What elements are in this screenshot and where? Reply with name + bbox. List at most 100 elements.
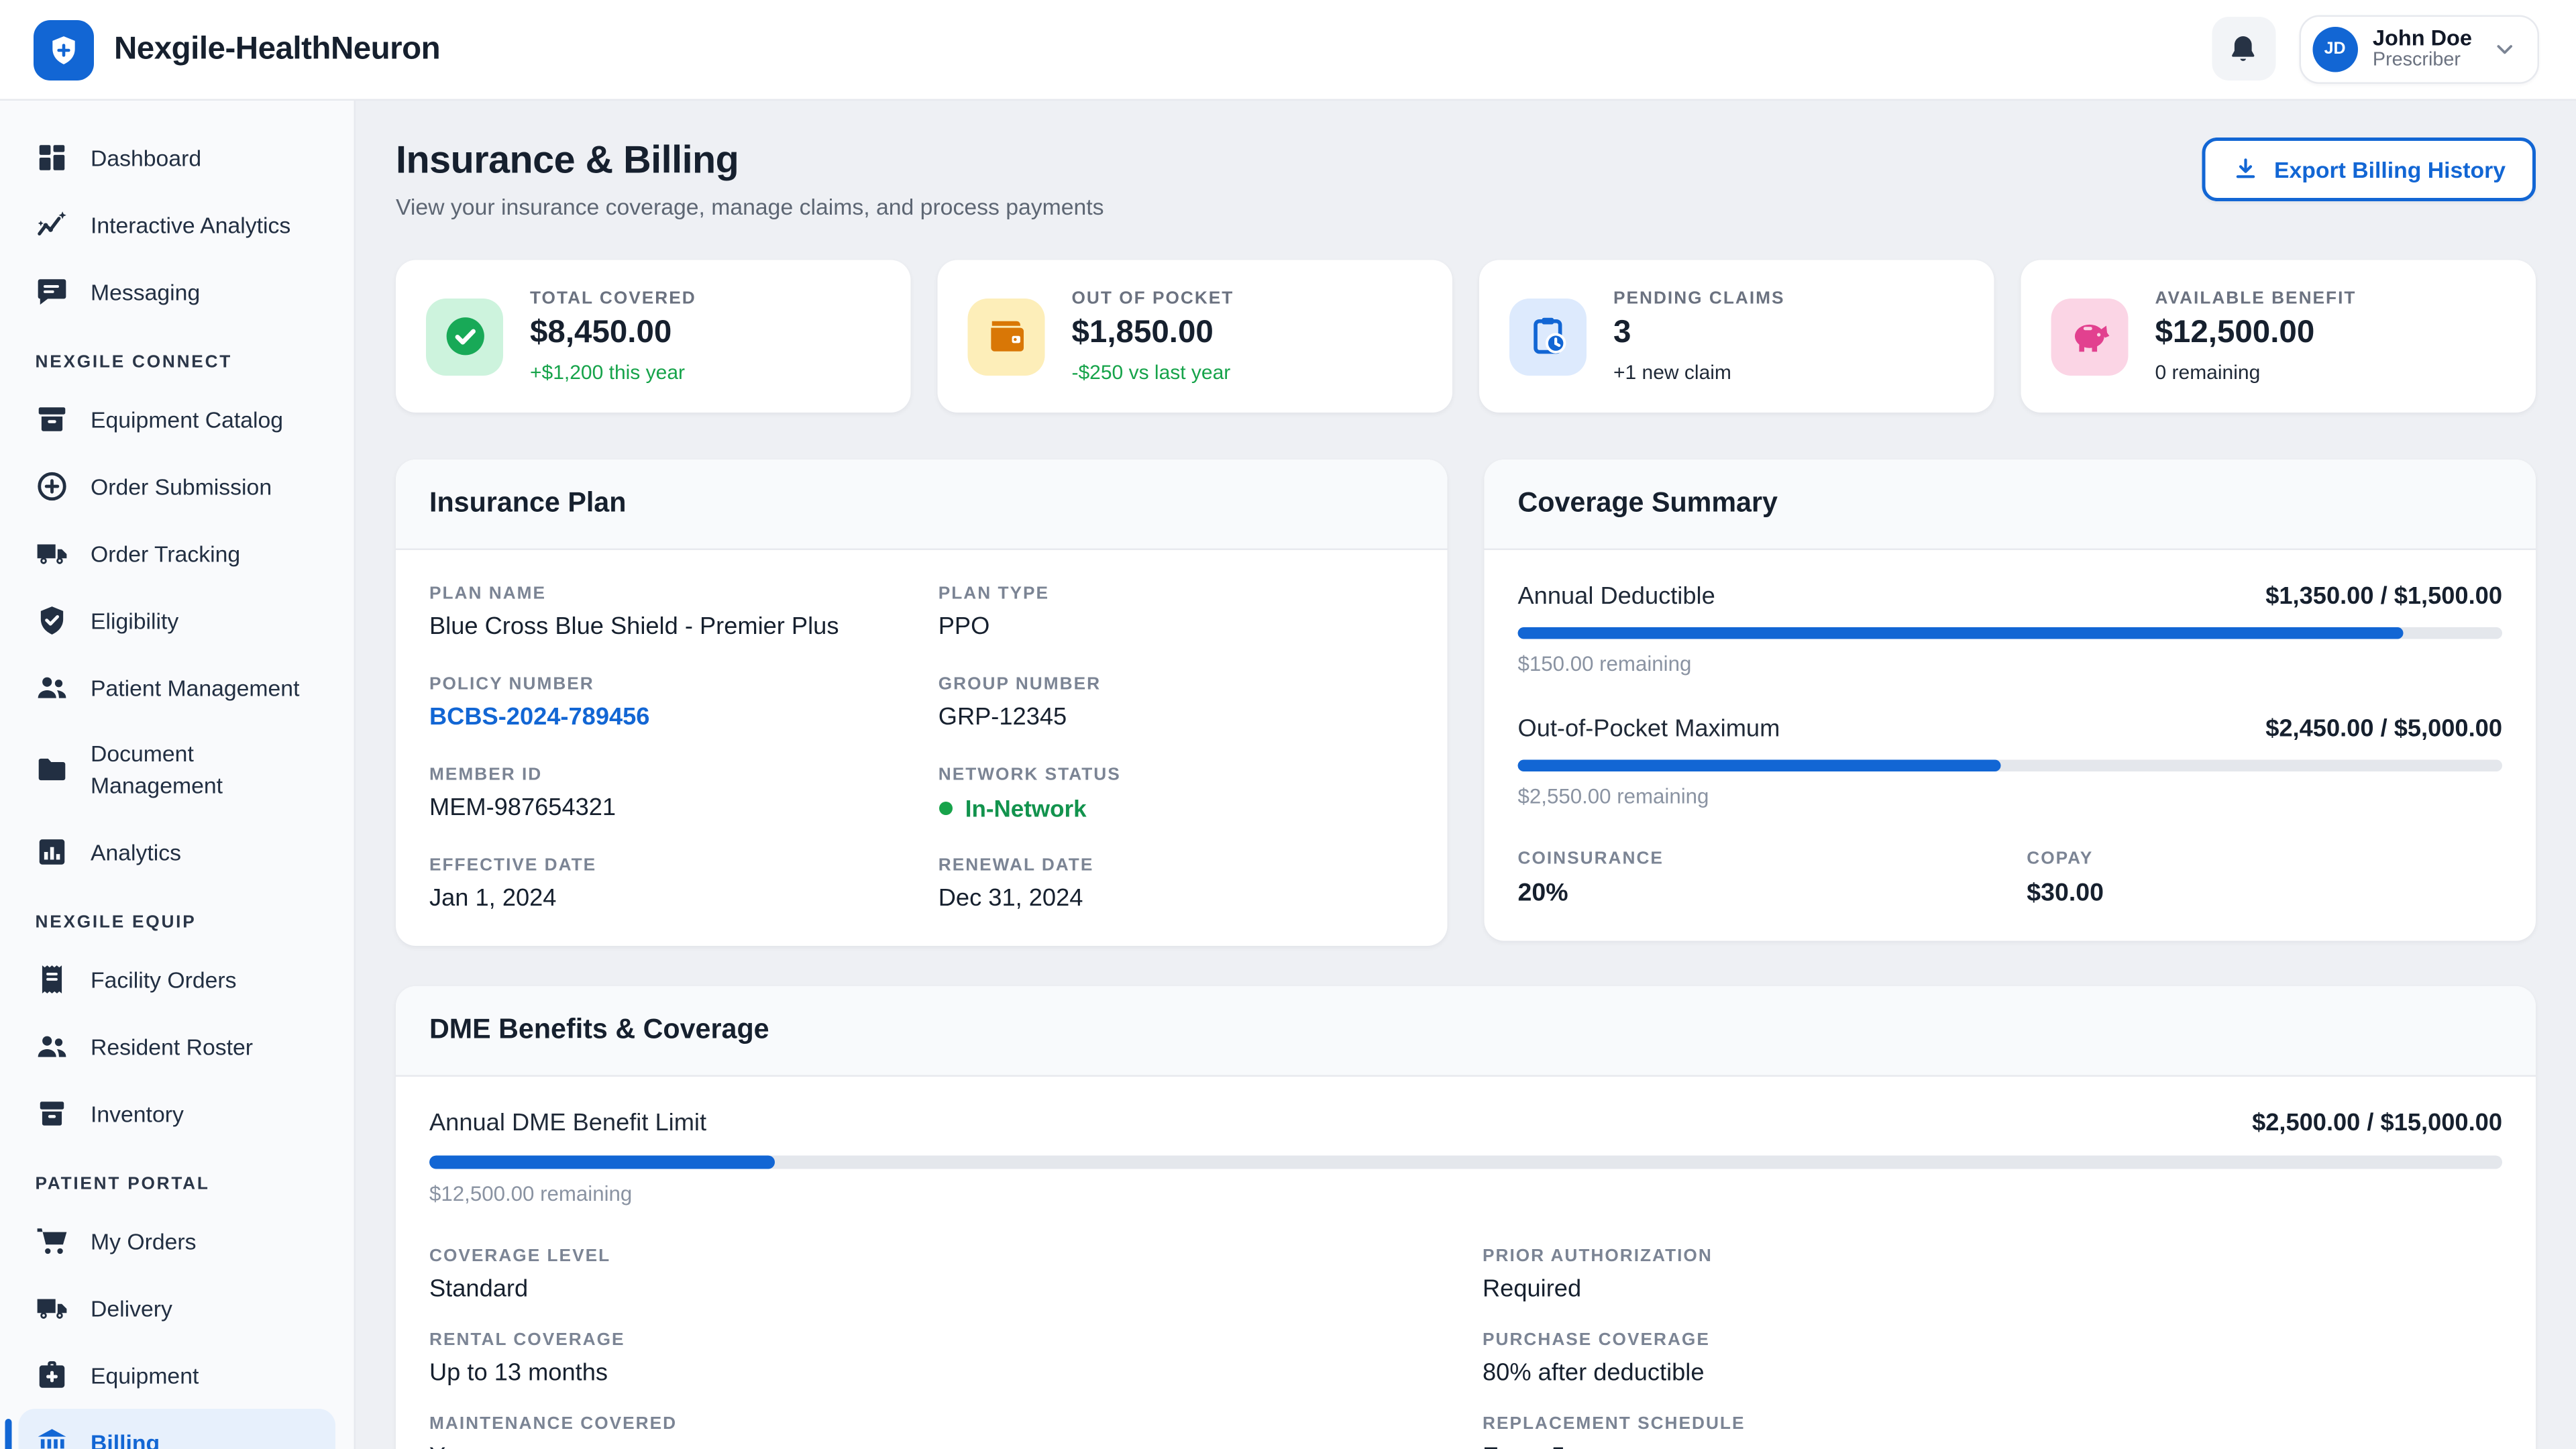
field-rental-coverage: RENTAL COVERAGEUp to 13 months <box>429 1330 1449 1387</box>
medical-bag-icon <box>36 1358 69 1392</box>
field-value: Dec 31, 2024 <box>938 885 1414 912</box>
truck-icon <box>36 537 69 570</box>
sidebar-item-label: Messaging <box>91 276 200 308</box>
field-value: 20% <box>1518 879 1994 908</box>
policy-number-link[interactable]: BCBS-2024-789456 <box>429 704 905 731</box>
chevron-down-icon <box>2492 37 2518 62</box>
bar-chart-icon <box>36 835 69 869</box>
sidebar-item-resident-roster[interactable]: Resident Roster <box>19 1013 336 1080</box>
sidebar-item-label: My Orders <box>91 1225 197 1257</box>
sidebar-item-document-management[interactable]: Document Management <box>19 721 336 818</box>
sidebar-item-label: Dashboard <box>91 142 201 174</box>
meter-remaining: $150.00 remaining <box>1518 653 2503 676</box>
coverage-summary-title: Coverage Summary <box>1518 488 1778 519</box>
sidebar-item-equipment[interactable]: Equipment <box>19 1342 336 1409</box>
brand-name: Nexgile-HealthNeuron <box>114 31 440 68</box>
dme-grid: COVERAGE LEVELStandard PRIOR AUTHORIZATIO… <box>429 1246 2502 1449</box>
sidebar-item-analytics[interactable]: Analytics <box>19 818 336 885</box>
field-label: MEMBER ID <box>429 765 905 785</box>
sidebar-item-label: Analytics <box>91 836 181 868</box>
top-right-controls: JD John Doe Prescriber <box>2212 15 2539 84</box>
clipboard-clock-icon <box>1509 298 1587 375</box>
user-role: Prescriber <box>2373 51 2472 74</box>
progress-fill <box>429 1156 775 1169</box>
stat-value: 3 <box>1613 315 1785 352</box>
field-coverage-level: COVERAGE LEVELStandard <box>429 1246 1449 1303</box>
field-purchase-coverage: PURCHASE COVERAGE80% after deductible <box>1483 1330 2502 1387</box>
shell: Dashboard Interactive Analytics Messaging N… <box>0 101 2576 1449</box>
sidebar-item-label: Order Tracking <box>91 537 240 570</box>
meter-value: $2,500.00 / $15,000.00 <box>2252 1110 2502 1137</box>
field-policy-number: POLICY NUMBER BCBS-2024-789456 <box>429 674 905 731</box>
receipt-icon <box>36 963 69 996</box>
app-root: Nexgile-HealthNeuron JD John Doe Prescri… <box>0 0 2576 1449</box>
dme-meter-container: Annual DME Benefit Limit $2,500.00 / $15,… <box>429 1110 2502 1206</box>
stat-sub: -$250 vs last year <box>1072 361 1234 384</box>
field-label: COPAY <box>2027 849 2502 869</box>
coverage-summary-grid: COINSURANCE20%COPAY$30.00 <box>1518 849 2503 908</box>
meter-top: Annual Deductible$1,350.00 / $1,500.00 <box>1518 584 2503 610</box>
field-label: MAINTENANCE COVERED <box>429 1414 1449 1434</box>
sidebar-item-label: Facility Orders <box>91 963 237 996</box>
notifications-button[interactable] <box>2212 17 2275 81</box>
field-effective-date: EFFECTIVE DATEJan 1, 2024 <box>429 855 905 912</box>
field-value: MEM-987654321 <box>429 795 905 822</box>
user-menu[interactable]: JD John Doe Prescriber <box>2299 15 2539 84</box>
field-copay: COPAY $30.00 <box>2027 849 2502 908</box>
sidebar-item-billing[interactable]: Billing <box>19 1409 336 1449</box>
field-label: RENTAL COVERAGE <box>429 1330 1449 1350</box>
shield-check-icon <box>36 604 69 637</box>
sidebar-item-interactive-analytics[interactable]: Interactive Analytics <box>19 191 336 258</box>
sidebar-item-my-orders[interactable]: My Orders <box>19 1208 336 1275</box>
field-label: COVERAGE LEVEL <box>429 1246 1449 1267</box>
field-value: $30.00 <box>2027 879 2502 908</box>
insurance-plan-header: Insurance Plan <box>396 460 1448 550</box>
bank-icon <box>36 1426 69 1449</box>
stat-label: OUT OF POCKET <box>1072 288 1234 309</box>
sidebar-item-delivery[interactable]: Delivery <box>19 1275 336 1342</box>
field-label: POLICY NUMBER <box>429 674 905 694</box>
sidebar-item-dashboard[interactable]: Dashboard <box>19 124 336 191</box>
stat-label: PENDING CLAIMS <box>1613 288 1785 309</box>
insurance-plan-title: Insurance Plan <box>429 488 626 519</box>
sidebar-item-eligibility[interactable]: Eligibility <box>19 587 336 654</box>
field-network-status: NETWORK STATUSIn-Network <box>938 765 1414 822</box>
field-replacement-schedule: REPLACEMENT SCHEDULEEvery 5 years <box>1483 1414 2502 1449</box>
progress-track <box>429 1156 2502 1169</box>
dme-benefits-panel: DME Benefits & Coverage Annual DME Benef… <box>396 986 2536 1449</box>
field-prior-authorization: PRIOR AUTHORIZATIONRequired <box>1483 1246 2502 1303</box>
network-status-text: In-Network <box>965 795 1087 822</box>
sidebar-item-messaging[interactable]: Messaging <box>19 258 336 325</box>
sidebar-item-equipment-catalog[interactable]: Equipment Catalog <box>19 386 336 453</box>
stat-sub: +1 new claim <box>1613 361 1785 384</box>
stat-value: $1,850.00 <box>1072 315 1234 352</box>
sidebar-item-facility-orders[interactable]: Facility Orders <box>19 946 336 1013</box>
sidebar-item-inventory[interactable]: Inventory <box>19 1080 336 1147</box>
field-label: PLAN NAME <box>429 584 905 604</box>
field-value: Required <box>1483 1277 2502 1303</box>
stat-text: OUT OF POCKET $1,850.00 -$250 vs last year <box>1072 288 1234 384</box>
sidebar-item-label: Eligibility <box>91 604 178 637</box>
dme-benefits-title: DME Benefits & Coverage <box>429 1015 769 1045</box>
sidebar-item-order-tracking[interactable]: Order Tracking <box>19 520 336 587</box>
meter-value: $2,450.00 / $5,000.00 <box>2265 716 2502 743</box>
sidebar-item-patient-management[interactable]: Patient Management <box>19 654 336 721</box>
users-icon <box>36 1030 69 1063</box>
page-header: Insurance & Billing View your insurance … <box>396 138 2536 220</box>
wallet-icon <box>968 298 1045 375</box>
stat-card-pending-claims: PENDING CLAIMS 3 +1 new claim <box>1479 260 1994 413</box>
field-group-number: GROUP NUMBERGRP-12345 <box>938 674 1414 731</box>
export-billing-history-button[interactable]: Export Billing History <box>2202 138 2536 201</box>
meter-label: Annual DME Benefit Limit <box>429 1110 706 1137</box>
field-member-id: MEMBER ID MEM-987654321 <box>429 765 905 822</box>
truck-icon <box>36 1291 69 1325</box>
sidebar-section-title: NEXGILE EQUIP <box>19 885 336 946</box>
user-name: John Doe <box>2373 25 2472 51</box>
avatar: JD <box>2312 27 2358 72</box>
status-dot-icon <box>938 802 952 815</box>
meter-remaining: $2,550.00 remaining <box>1518 785 2503 808</box>
sidebar-item-order-submission[interactable]: Order Submission <box>19 453 336 520</box>
benefit-meter: Out-of-Pocket Maximum$2,450.00 / $5,000.… <box>1518 716 2503 809</box>
brand: Nexgile-HealthNeuron <box>34 19 440 80</box>
sidebar-item-label: Equipment <box>91 1359 199 1391</box>
